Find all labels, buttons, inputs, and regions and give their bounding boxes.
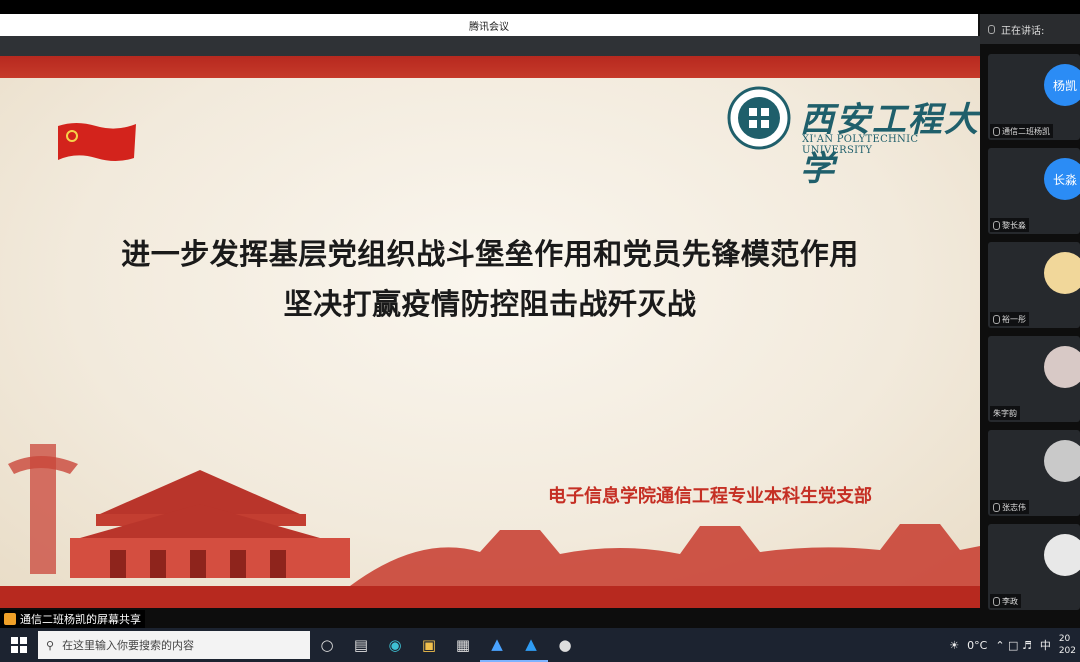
- search-placeholder: 在这里输入你要搜索的内容: [62, 639, 195, 652]
- participant-name: 朱字韵: [993, 408, 1017, 418]
- party-flag-icon: [58, 123, 136, 161]
- edge-browser-icon[interactable]: ◉: [378, 628, 412, 662]
- avatar: [1044, 252, 1080, 294]
- participant-name-tag: 裕一彤: [990, 312, 1029, 326]
- temperature: 0°C: [967, 638, 988, 652]
- participant-tile[interactable]: 杨凯 通信二班杨凯: [988, 54, 1080, 140]
- share-user-icon: [4, 613, 16, 625]
- participant-name: 张志伟: [1002, 502, 1026, 512]
- taskbar-search-box[interactable]: ⚲ 在这里输入你要搜索的内容: [38, 631, 310, 659]
- avatar: 长淼: [1044, 158, 1080, 200]
- avatar: [1044, 534, 1080, 576]
- misc-app-icon[interactable]: ●: [548, 628, 582, 662]
- system-tray: ☀ 0°C ⌃ □ ♬ 中 20 202: [949, 628, 1080, 662]
- speaking-header: 正在讲话:: [980, 14, 1080, 44]
- slide-heading-line1: 进一步发挥基层党组织战斗堡垒作用和党员先锋模范作用: [121, 237, 859, 271]
- participant-tile[interactable]: 长淼 黎长淼: [988, 148, 1080, 234]
- share-status-bar: [0, 608, 980, 628]
- department-name: 电子信息学院通信工程专业本科生党支部: [548, 486, 872, 507]
- participant-sidebar: 正在讲话: 杨凯 通信二班杨凯 长淼 黎长淼 裕一彤 朱字韵 张志伟 李政: [980, 14, 1080, 628]
- clock[interactable]: 20 202: [1059, 633, 1076, 657]
- ime-indicator[interactable]: 中: [1040, 637, 1051, 653]
- participant-name-tag: 李政: [990, 594, 1021, 608]
- slide-top-band: [0, 56, 980, 78]
- participant-tile[interactable]: 李政: [988, 524, 1080, 610]
- avatar: [1044, 346, 1080, 388]
- window-title: 腾讯会议: [469, 21, 509, 33]
- participant-tile[interactable]: 张志伟: [988, 430, 1080, 516]
- speaking-label: 正在讲话:: [1001, 25, 1045, 37]
- screen-top-edge: [0, 0, 1080, 14]
- store-icon[interactable]: ▦: [446, 628, 480, 662]
- search-icon: ⚲: [46, 638, 55, 652]
- participant-name-tag: 通信二班杨凯: [990, 124, 1053, 138]
- mic-icon: [993, 220, 1000, 230]
- participant-name-tag: 朱字韵: [990, 406, 1020, 420]
- participant-name-tag: 黎长淼: [990, 218, 1029, 232]
- meeting-title-bar: 腾讯会议: [0, 14, 978, 37]
- participant-name: 裕一彤: [1002, 314, 1026, 324]
- share-label-text: 通信二班杨凯的屏幕共享: [20, 613, 141, 626]
- mic-icon: [993, 502, 1000, 512]
- start-button[interactable]: [0, 628, 38, 662]
- tray-icons[interactable]: ⌃ □ ♬: [995, 639, 1031, 652]
- meeting-toolbar: [0, 36, 980, 56]
- slide-bottom-band: [0, 586, 980, 608]
- participant-name: 黎长淼: [1002, 220, 1026, 230]
- slide-heading-line2: 坚决打赢疫情防控阻击战歼灭战: [283, 287, 697, 321]
- university-name-en: XI'AN POLYTECHNIC UNIVERSITY: [802, 134, 919, 156]
- task-view-icon[interactable]: ▤: [344, 628, 378, 662]
- cortana-icon[interactable]: ○: [310, 628, 344, 662]
- mic-icon: [993, 314, 1000, 324]
- participant-tile[interactable]: 朱字韵: [988, 336, 1080, 422]
- mic-icon: [993, 126, 1000, 136]
- university-logo-icon: [727, 86, 791, 150]
- mic-icon: [993, 596, 1000, 606]
- participant-name-tag: 张志伟: [990, 500, 1029, 514]
- avatar: 杨凯: [1044, 64, 1080, 106]
- windows-taskbar: ⚲ 在这里输入你要搜索的内容 ○ ▤ ◉ ▣ ▦ ▲ ▲ ● ☀ 0°C ⌃ □…: [0, 628, 1080, 662]
- participant-tile[interactable]: 裕一彤: [988, 242, 1080, 328]
- clock-date: 202: [1058, 646, 1076, 656]
- participant-name: 通信二班杨凯: [1002, 126, 1050, 136]
- clock-time: 20: [1058, 634, 1071, 644]
- app-taskbar-icon[interactable]: ▲: [514, 628, 548, 662]
- windows-logo-icon: [11, 637, 27, 653]
- tencent-meeting-taskbar-icon[interactable]: ▲: [480, 628, 514, 662]
- file-explorer-icon[interactable]: ▣: [412, 628, 446, 662]
- great-wall-tiananmen-illustration: [8, 444, 980, 586]
- participant-name: 李政: [1002, 596, 1018, 606]
- avatar: [1044, 440, 1080, 482]
- shared-slide: 西安工程大学 XI'AN POLYTECHNIC UNIVERSITY 进一步发…: [0, 56, 980, 608]
- weather-icon[interactable]: ☀: [949, 639, 959, 652]
- screen-share-label: 通信二班杨凯的屏幕共享: [0, 610, 145, 628]
- mic-icon: [988, 24, 995, 34]
